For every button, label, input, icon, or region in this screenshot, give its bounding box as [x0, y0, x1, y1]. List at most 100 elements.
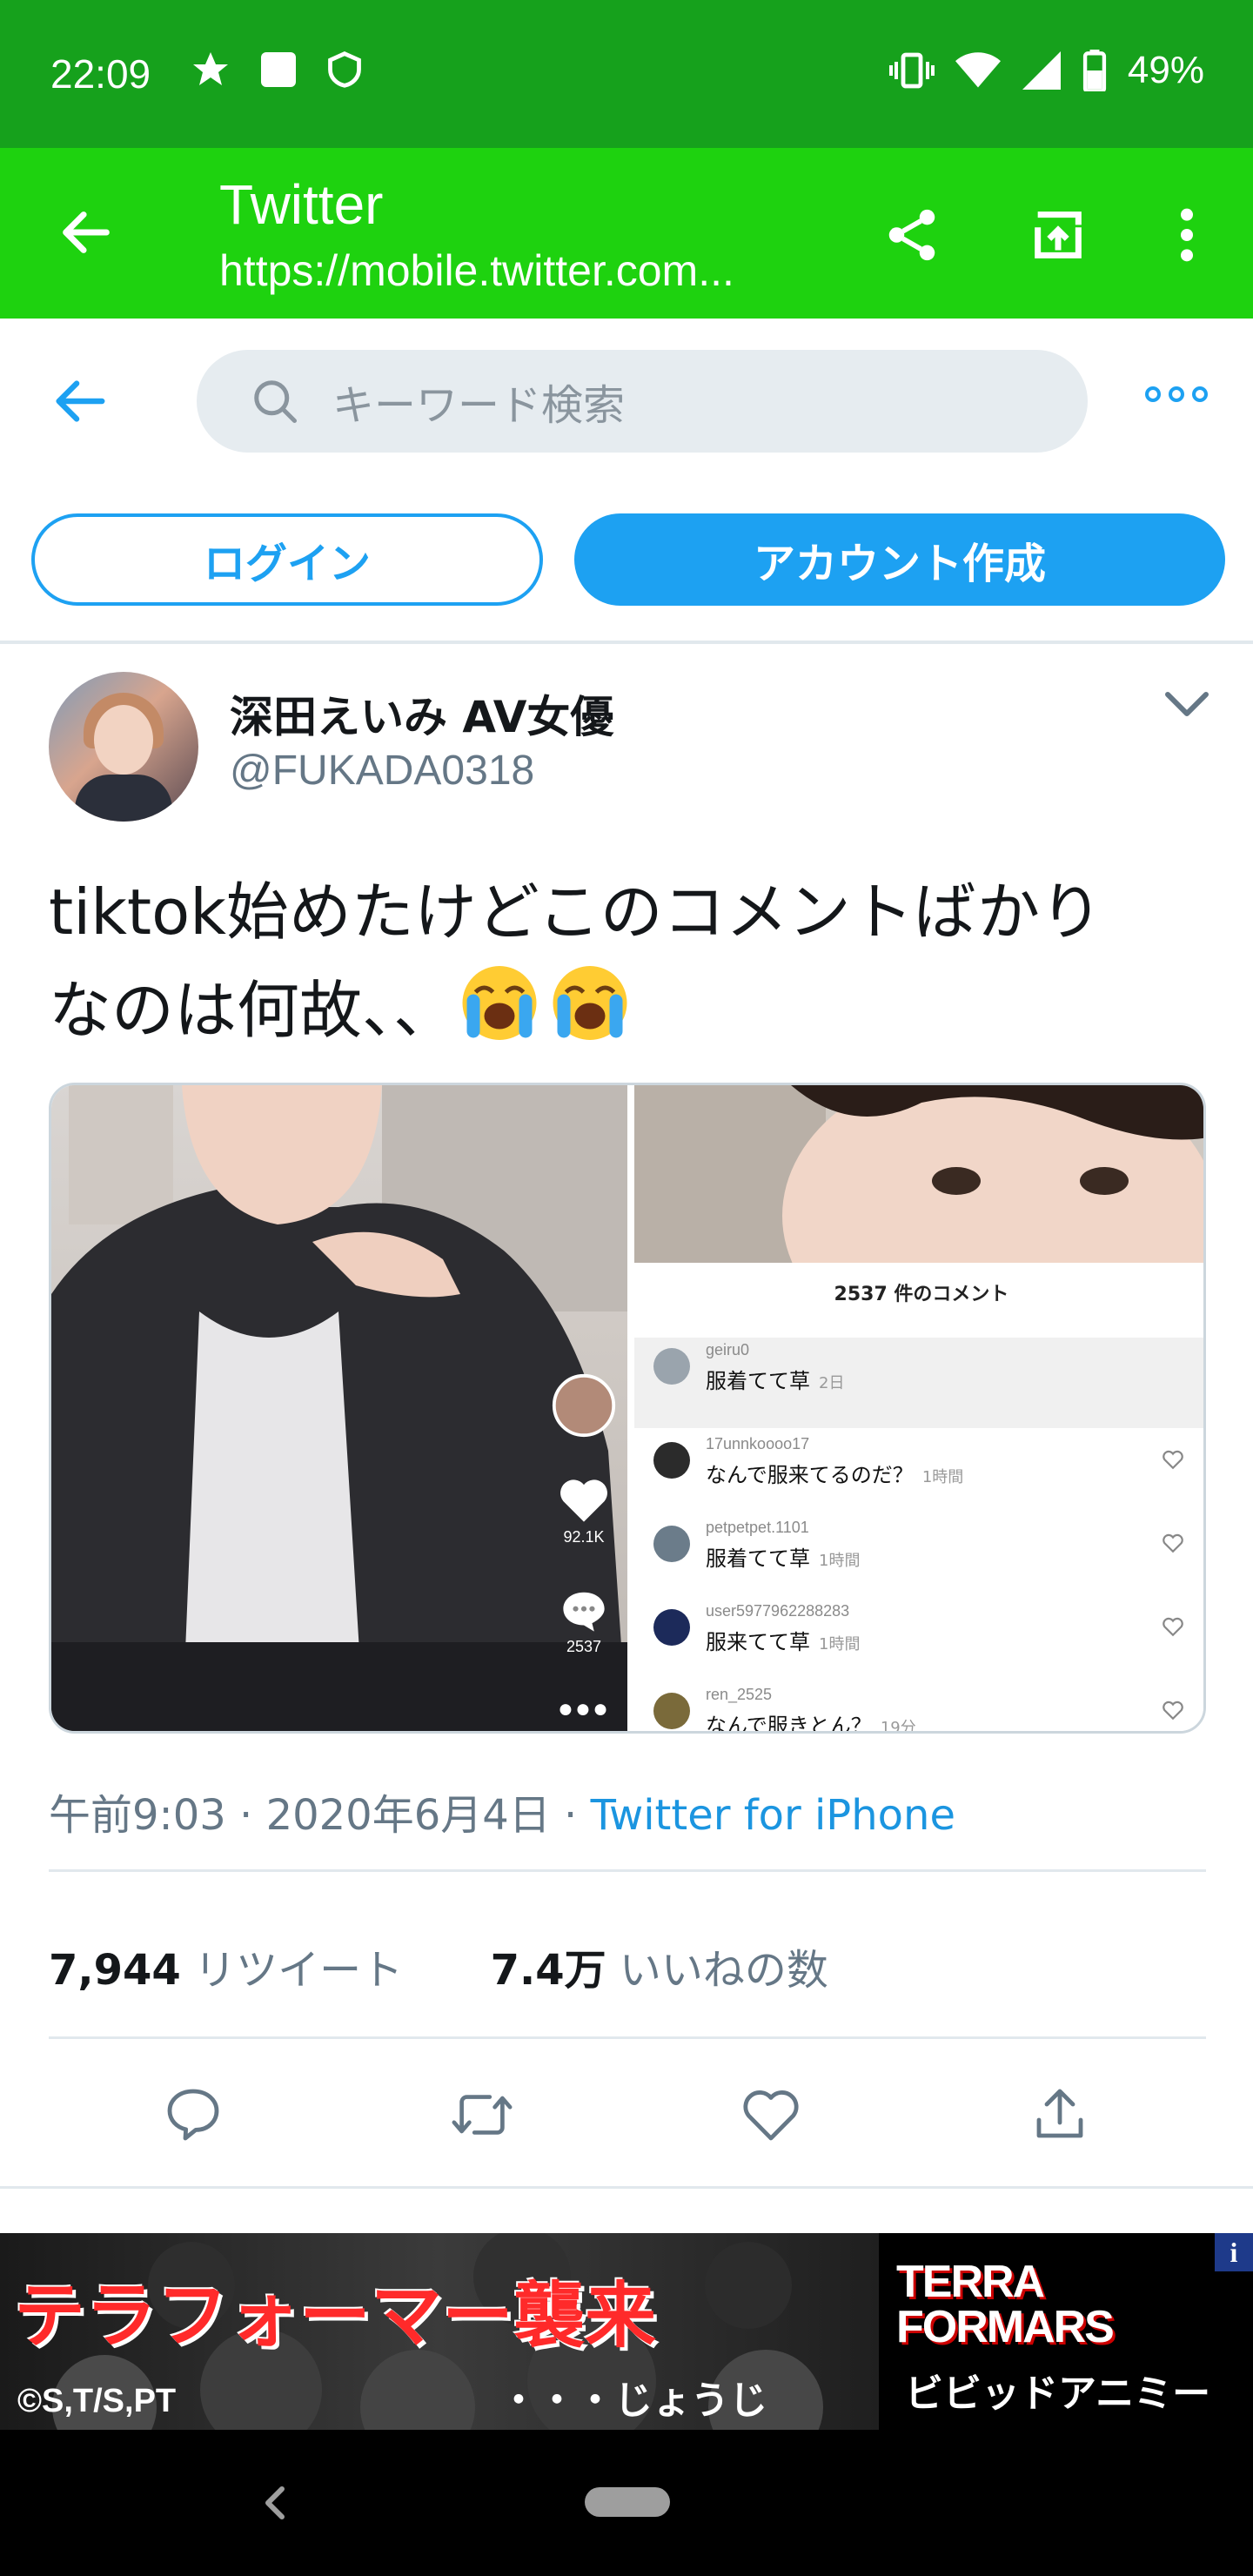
divider — [49, 2036, 1206, 2039]
search-input[interactable]: キーワード検索 — [197, 350, 1088, 453]
comment-text: 服着てて草 — [706, 1369, 810, 1393]
retweet-stat[interactable]: 7,944 リツイート — [49, 1946, 403, 1995]
twitter-header: キーワード検索 — [0, 319, 1253, 484]
comment-time: 2日 — [819, 1374, 845, 1392]
ad-banner[interactable]: テラフォーマー襲来 ・・・じょうじ ©S,T/S,PT TERRA FORMARS… — [0, 2233, 1253, 2430]
face-closeup-image — [634, 1085, 1203, 1263]
heart-outline-icon[interactable] — [1162, 1616, 1184, 1637]
comment-time: 1時間 — [819, 1552, 861, 1570]
heart-icon — [560, 1479, 607, 1522]
vibrate-icon — [888, 52, 935, 89]
tweet-media[interactable]: 92.1K 2537 ●●● 2537 件のコメント geiru0 服着てて草 2… — [49, 1083, 1206, 1734]
loudly-crying-face-emoji-icon — [462, 966, 537, 1040]
comment-time: 1時間 — [921, 1468, 964, 1486]
share-icon — [888, 209, 935, 261]
loudly-crying-face-emoji-icon — [553, 966, 627, 1040]
tiktok-comments-screenshot[interactable]: 2537 件のコメント geiru0 服着てて草 2日 17unnkoooo17 … — [634, 1085, 1203, 1734]
ad-logo-panel: TERRA FORMARS ビビッドアニミー — [879, 2233, 1253, 2430]
tweet-text: tiktok始めたけどこのコメントばかり なのは何故、、 — [49, 867, 1215, 1056]
open-external-icon — [1035, 211, 1082, 258]
comment-user: user5977962288283 — [706, 1602, 850, 1620]
more-options-icon[interactable] — [1145, 386, 1208, 402]
comment-avatar — [653, 1609, 690, 1646]
comment-text: 服着てて草 — [706, 1546, 810, 1571]
heart-outline-icon[interactable] — [1162, 1700, 1184, 1721]
avatar[interactable] — [49, 672, 198, 822]
like-label: いいねの数 — [606, 1946, 828, 1995]
tiktok-video-screenshot[interactable]: 92.1K 2537 ●●● — [51, 1085, 627, 1731]
divider — [0, 2186, 1253, 2189]
star-icon — [193, 52, 228, 85]
nav-back-icon[interactable] — [258, 2482, 292, 2524]
author-name[interactable]: 深田えいみ AV女優 — [230, 682, 613, 745]
comment-text: なんで服きとん？ — [706, 1714, 872, 1734]
retweet-button[interactable] — [447, 2080, 517, 2150]
reply-button[interactable] — [158, 2080, 228, 2150]
ad-tagline: ビビッドアニミー — [905, 2371, 1211, 2416]
heart-outline-icon[interactable] — [1162, 1533, 1184, 1553]
heart-outline-icon[interactable] — [1162, 1449, 1184, 1470]
comment-item: user5977962288283 服来てて草 1時間 — [653, 1599, 1193, 1682]
status-bar: 22:09 49% — [0, 0, 1253, 148]
comment-time: 1時間 — [819, 1635, 861, 1654]
more-vert-icon — [1181, 208, 1193, 262]
ad-logo: TERRA FORMARS — [896, 2257, 1115, 2352]
signup-button[interactable]: アカウント作成 — [574, 513, 1225, 606]
overflow-menu-button[interactable] — [1152, 200, 1222, 270]
retweet-icon — [452, 2095, 513, 2135]
comment-user: petpetpet.1101 — [706, 1519, 809, 1536]
back-arrow-icon[interactable] — [56, 202, 117, 263]
comment-item: geiru0 服着てて草 2日 — [634, 1338, 1203, 1428]
comment-avatar — [653, 1693, 690, 1729]
comment-item: ren_2525 なんで服きとん？ 19分 — [653, 1682, 1193, 1734]
source-link[interactable]: Twitter for iPhone — [591, 1791, 955, 1840]
wifi-icon — [955, 52, 1001, 88]
nav-home-pill[interactable] — [585, 2487, 670, 2517]
share-button[interactable] — [877, 200, 947, 270]
search-icon — [254, 380, 297, 423]
tiktok-like-count: 92.1K — [563, 1528, 605, 1546]
system-nav-bar — [0, 2430, 1253, 2576]
tweet-timestamp: 午前9:03 · 2020年6月4日 · Twitter for iPhone — [49, 1781, 955, 1841]
retweet-count: 7,944 — [49, 1946, 181, 1995]
share-tweet-button[interactable] — [1025, 2080, 1095, 2150]
comment-user: geiru0 — [706, 1341, 750, 1358]
signal-icon — [1022, 51, 1061, 90]
battery-icon — [1082, 50, 1107, 91]
comment-user: ren_2525 — [706, 1686, 773, 1703]
comment-text: 服来てて草 — [706, 1630, 810, 1654]
twitter-back-arrow-icon[interactable] — [49, 371, 110, 432]
ad-info-icon[interactable]: i — [1215, 2233, 1253, 2271]
more-horizontal-icon: ●●● — [557, 1694, 611, 1723]
tweet-actions — [0, 2080, 1253, 2150]
timestamp-text: 午前9:03 · 2020年6月4日 · — [49, 1791, 591, 1840]
like-stat[interactable]: 7.4万 いいねの数 — [491, 1946, 828, 1995]
reply-icon — [167, 2089, 219, 2141]
comment-item: petpetpet.1101 服着てて草 1時間 — [653, 1515, 1193, 1599]
comment-text: なんで服来てるのだ？ — [706, 1463, 914, 1487]
tweet-stats: 7,944 リツイート 7.4万 いいねの数 — [49, 1935, 828, 1996]
like-count: 7.4万 — [490, 1946, 606, 1995]
comment-avatar — [653, 1442, 690, 1479]
square-notification-icon — [261, 52, 296, 87]
chevron-down-icon[interactable] — [1163, 688, 1211, 722]
ad-copyright: ©S,T/S,PT — [17, 2383, 177, 2419]
comment-avatar — [653, 1348, 690, 1385]
like-button[interactable] — [736, 2080, 806, 2150]
shield-icon — [328, 51, 361, 88]
divider — [49, 1869, 1206, 1872]
open-external-button[interactable] — [1023, 200, 1093, 270]
page-url[interactable]: https://mobile.twitter.com... — [219, 245, 828, 296]
battery-percent: 49% — [1127, 49, 1204, 91]
status-time: 22:09 — [50, 51, 151, 97]
author-handle[interactable]: @FUKADA0318 — [230, 747, 534, 795]
comment-user: 17unnkoooo17 — [706, 1435, 810, 1452]
tiktok-avatar-icon — [552, 1373, 616, 1438]
retweet-label: リツイート — [180, 1946, 404, 1995]
tiktok-comment-count: 2537 — [566, 1638, 602, 1655]
ad-title: テラフォーマー襲来 — [14, 2275, 657, 2358]
divider — [0, 641, 1253, 644]
search-placeholder: キーワード検索 — [332, 381, 626, 430]
login-button[interactable]: ログイン — [31, 513, 543, 606]
comment-time: 19分 — [880, 1719, 916, 1734]
